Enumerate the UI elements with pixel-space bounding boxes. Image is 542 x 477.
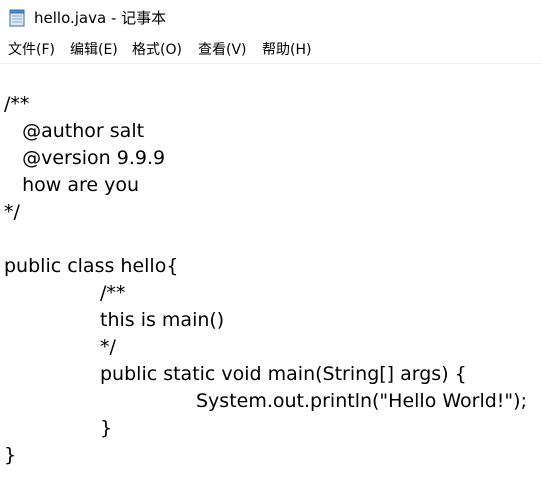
notepad-icon — [9, 9, 25, 27]
editor-line: */ — [4, 201, 20, 223]
menu-help[interactable]: 帮助(H) — [262, 41, 311, 59]
editor-line: @version 9.9.9 — [4, 147, 166, 169]
menu-file[interactable]: 文件(F) — [8, 41, 55, 59]
editor-line: @author salt — [4, 120, 145, 142]
menu-edit[interactable]: 编辑(E) — [70, 41, 118, 59]
menu-view[interactable]: 查看(V) — [198, 41, 247, 59]
editor-line: System.out.println("Hello World!"); — [4, 390, 527, 412]
menu-format[interactable]: 格式(O) — [132, 41, 182, 59]
title-bar[interactable]: hello.java - 记事本 — [0, 0, 542, 36]
text-editor[interactable]: /** @author salt @version 9.9.9 how are … — [0, 64, 542, 477]
editor-line: this is main() — [4, 309, 225, 331]
editor-line: } — [4, 417, 113, 439]
editor-line: public static void main(String[] args) { — [4, 363, 467, 385]
window-title: hello.java - 记事本 — [34, 9, 167, 27]
editor-line: */ — [4, 336, 116, 358]
menu-bar: 文件(F) 编辑(E) 格式(O) 查看(V) 帮助(H) — [0, 36, 542, 64]
editor-line: public class hello{ — [4, 255, 179, 277]
editor-line: } — [4, 444, 17, 466]
editor-line: how are you — [4, 174, 140, 196]
editor-line: /** — [4, 282, 126, 304]
notepad-window: hello.java - 记事本 文件(F) 编辑(E) 格式(O) 查看(V)… — [0, 0, 542, 477]
editor-line: /** — [4, 93, 30, 115]
